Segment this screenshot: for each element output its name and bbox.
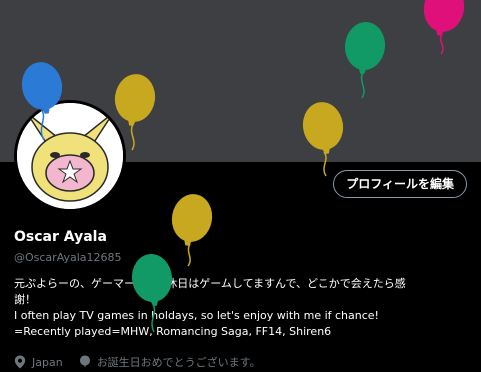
avatar[interactable]	[14, 100, 126, 212]
profile-page: プロフィールを編集 Oscar Ayala @OscarAyala12685 元…	[0, 0, 481, 372]
bio-line: 元ぷよらーの、ゲーマーです。休日はゲームしてますんで、どこかで会えたら感	[14, 277, 406, 290]
profile-birthday: お誕生日おめでとうございます。	[96, 356, 261, 369]
profile-handle[interactable]: @OscarAyala12685	[14, 251, 122, 264]
bio-line: I often play TV games in holdays, so let…	[14, 309, 379, 322]
avatar-character-image	[17, 103, 123, 209]
profile-name: Oscar Ayala	[14, 229, 107, 245]
bio-line: 謝！	[14, 293, 36, 306]
balloon-icon	[79, 355, 90, 367]
bio-line: =Recently played=MHW, Romancing Saga, FF…	[14, 325, 332, 338]
edit-profile-button[interactable]: プロフィールを編集	[333, 170, 467, 198]
location-pin-icon	[14, 355, 26, 369]
balloon-yellow	[167, 190, 216, 267]
profile-bio: 元ぷよらーの、ゲーマーです。休日はゲームしてますんで、どこかで会えたら感 謝！ …	[14, 276, 474, 340]
profile-meta: Japan お誕生日おめでとうございます。	[14, 354, 261, 370]
profile-location: Japan	[32, 355, 63, 369]
